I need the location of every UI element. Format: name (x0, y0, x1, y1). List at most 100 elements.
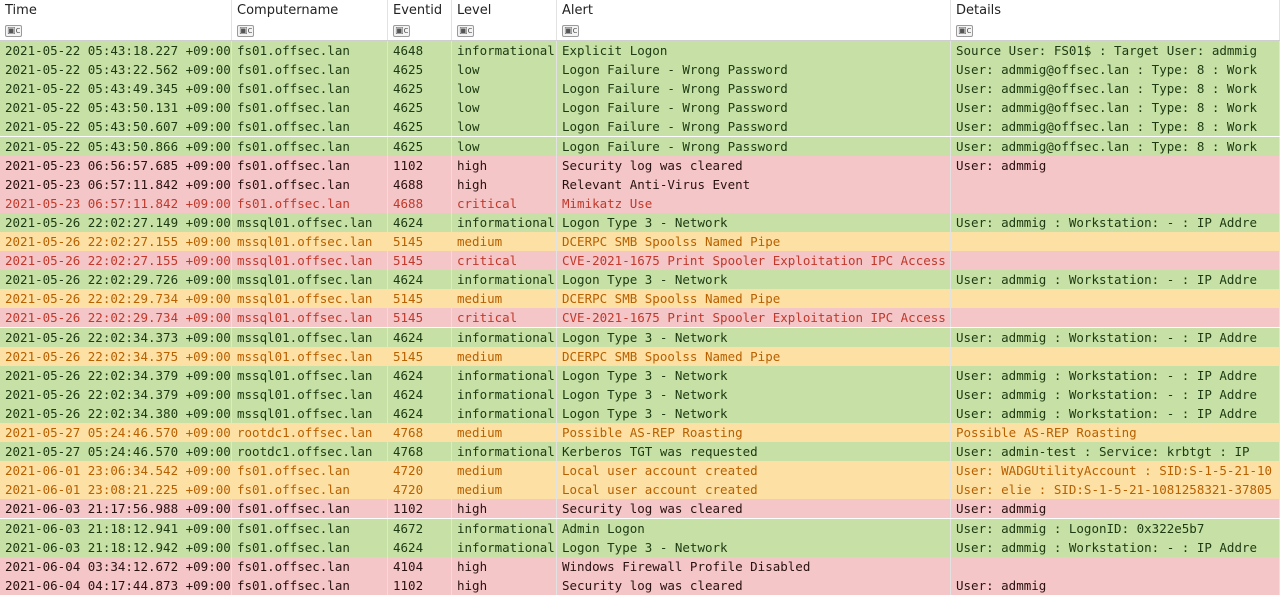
table-row[interactable]: 2021-05-22 05:43:22.562 +09:00 fs01.offse… (0, 60, 1280, 80)
table-row[interactable]: 2021-05-26 22:02:27.155 +09:00 mssql01.of… (0, 232, 1280, 251)
table-row[interactable]: 2021-05-22 05:43:50.607 +09:00 fs01.offse… (0, 117, 1280, 137)
table-row[interactable]: 2021-05-27 05:24:46.570 +09:00 rootdc1.of… (0, 442, 1280, 462)
cell-alert: DCERPC SMB Spoolss Named Pipe (557, 289, 951, 309)
cell-eventid: 4648 (388, 41, 452, 60)
cell-time: 2021-05-26 22:02:34.379 +09:00 (0, 365, 232, 385)
column-header-details[interactable]: Details (951, 0, 1280, 21)
column-filter-eventid[interactable]: ▣c (388, 21, 452, 40)
column-filter-computer[interactable]: ▣c (232, 21, 388, 40)
cell-eventid: 4104 (388, 556, 452, 576)
cell-level: informational (452, 442, 557, 462)
cell-eventid: 5145 (388, 289, 452, 309)
cell-eventid: 4688 (388, 174, 452, 194)
cell-details: User: admmig (951, 575, 1280, 595)
cell-alert: Logon Type 3 - Network (557, 365, 951, 385)
filter-icon[interactable]: ▣c (5, 25, 23, 37)
cell-eventid: 4768 (388, 423, 452, 442)
table-row[interactable]: 2021-06-04 03:34:12.672 +09:00 fs01.offse… (0, 556, 1280, 576)
cell-time: 2021-05-26 22:02:34.373 +09:00 (0, 327, 232, 347)
table-row[interactable]: 2021-05-26 22:02:34.379 +09:00 mssql01.of… (0, 384, 1280, 404)
cell-eventid: 1102 (388, 155, 452, 175)
table-row[interactable]: 2021-05-22 05:43:18.227 +09:00 fs01.offse… (0, 41, 1280, 60)
cell-level: low (452, 79, 557, 99)
cell-eventid: 4720 (388, 480, 452, 500)
table-row[interactable]: 2021-06-03 21:18:12.942 +09:00 fs01.offse… (0, 537, 1280, 557)
cell-time: 2021-05-26 22:02:27.149 +09:00 (0, 212, 232, 232)
table-row[interactable]: 2021-05-23 06:56:57.685 +09:00 fs01.offse… (0, 155, 1280, 175)
cell-time: 2021-05-23 06:56:57.685 +09:00 (0, 155, 232, 175)
table-row[interactable]: 2021-05-26 22:02:34.379 +09:00 mssql01.of… (0, 365, 1280, 385)
cell-alert: DCERPC SMB Spoolss Named Pipe (557, 232, 951, 251)
filter-icon[interactable]: ▣c (393, 25, 411, 37)
column-header-alert[interactable]: Alert (557, 0, 951, 21)
column-filter-alert[interactable]: ▣c (557, 21, 951, 40)
table-row[interactable]: 2021-05-26 22:02:34.380 +09:00 mssql01.of… (0, 403, 1280, 423)
column-header-time[interactable]: Time (0, 0, 232, 21)
table-row[interactable]: 2021-06-03 21:17:56.988 +09:00 fs01.offse… (0, 499, 1280, 519)
cell-computer: fs01.offsec.lan (232, 518, 388, 538)
table-row[interactable]: 2021-05-26 22:02:29.734 +09:00 mssql01.of… (0, 289, 1280, 309)
cell-alert: Logon Failure - Wrong Password (557, 79, 951, 99)
table-row[interactable]: 2021-05-26 22:02:27.149 +09:00 mssql01.of… (0, 212, 1280, 232)
table-row[interactable]: 2021-05-26 22:02:29.734 +09:00 mssql01.of… (0, 308, 1280, 328)
cell-computer: fs01.offsec.lan (232, 155, 388, 175)
cell-alert: Windows Firewall Profile Disabled (557, 556, 951, 576)
column-header-computer[interactable]: Computername (232, 0, 388, 21)
cell-alert: Local user account created (557, 480, 951, 500)
cell-alert: Logon Type 3 - Network (557, 403, 951, 423)
column-filter-level[interactable]: ▣c (452, 21, 557, 40)
column-header-level[interactable]: Level (452, 0, 557, 21)
header-row: Time Computername Eventid Level Alert Details (0, 0, 1280, 22)
cell-computer: rootdc1.offsec.lan (232, 442, 388, 462)
cell-time: 2021-06-01 23:06:34.542 +09:00 (0, 461, 232, 481)
table-row[interactable]: 2021-05-22 05:43:49.345 +09:00 fs01.offse… (0, 79, 1280, 99)
table-row[interactable]: 2021-06-01 23:08:21.225 +09:00 fs01.offse… (0, 480, 1280, 500)
cell-details (951, 556, 1280, 576)
column-header-eventid[interactable]: Eventid (388, 0, 452, 21)
cell-level: medium (452, 480, 557, 500)
table-row[interactable]: 2021-05-23 06:57:11.842 +09:00 fs01.offse… (0, 174, 1280, 194)
cell-details: User: admmig : Workstation: - : IP Addre (951, 365, 1280, 385)
column-filter-time[interactable]: ▣c (0, 21, 232, 40)
cell-time: 2021-05-22 05:43:50.607 +09:00 (0, 117, 232, 137)
cell-eventid: 5145 (388, 346, 452, 366)
cell-level: informational (452, 270, 557, 290)
column-filter-details[interactable]: ▣c (951, 21, 1280, 40)
table-row[interactable]: 2021-05-26 22:02:27.155 +09:00 mssql01.of… (0, 251, 1280, 271)
cell-details: User: admmig@offsec.lan : Type: 8 : Work (951, 136, 1280, 156)
filter-icon[interactable]: ▣c (562, 25, 580, 37)
cell-level: high (452, 556, 557, 576)
cell-details: User: WADGUtilityAccount : SID:S-1-5-21-… (951, 461, 1280, 481)
cell-alert: Relevant Anti-Virus Event (557, 174, 951, 194)
event-grid[interactable]: Time Computername Eventid Level Alert Details… (0, 0, 1280, 599)
filter-icon[interactable]: ▣c (457, 25, 475, 37)
table-row[interactable]: 2021-06-01 23:06:34.542 +09:00 fs01.offse… (0, 461, 1280, 481)
table-row[interactable]: 2021-05-23 06:57:11.842 +09:00 fs01.offse… (0, 193, 1280, 213)
table-row[interactable]: 2021-05-27 05:24:46.570 +09:00 rootdc1.of… (0, 423, 1280, 442)
table-row[interactable]: 2021-05-22 05:43:50.866 +09:00 fs01.offse… (0, 136, 1280, 156)
cell-details (951, 174, 1280, 194)
table-row[interactable]: 2021-05-26 22:02:29.726 +09:00 mssql01.of… (0, 270, 1280, 290)
cell-computer: mssql01.offsec.lan (232, 251, 388, 271)
cell-time: 2021-05-26 22:02:34.375 +09:00 (0, 346, 232, 366)
cell-level: low (452, 136, 557, 156)
filter-icon[interactable]: ▣c (237, 25, 255, 37)
cell-alert: Local user account created (557, 461, 951, 481)
cell-computer: fs01.offsec.lan (232, 480, 388, 500)
cell-level: high (452, 575, 557, 595)
table-row[interactable]: 2021-06-03 21:18:12.941 +09:00 fs01.offse… (0, 518, 1280, 538)
filter-row: ▣c ▣c ▣c ▣c ▣c ▣c (0, 21, 1280, 41)
cell-eventid: 5145 (388, 232, 452, 251)
table-row[interactable]: 2021-06-04 04:17:44.873 +09:00 fs01.offse… (0, 575, 1280, 595)
cell-level: informational (452, 327, 557, 347)
table-row[interactable]: 2021-05-26 22:02:34.375 +09:00 mssql01.of… (0, 346, 1280, 366)
table-row[interactable]: 2021-05-22 05:43:50.131 +09:00 fs01.offse… (0, 98, 1280, 118)
cell-level: low (452, 98, 557, 118)
cell-level: low (452, 60, 557, 80)
cell-time: 2021-05-22 05:43:50.866 +09:00 (0, 136, 232, 156)
filter-icon[interactable]: ▣c (956, 25, 974, 37)
table-row[interactable]: 2021-05-26 22:02:34.373 +09:00 mssql01.of… (0, 327, 1280, 347)
cell-time: 2021-05-26 22:02:29.726 +09:00 (0, 270, 232, 290)
cell-level: informational (452, 384, 557, 404)
cell-eventid: 4625 (388, 98, 452, 118)
